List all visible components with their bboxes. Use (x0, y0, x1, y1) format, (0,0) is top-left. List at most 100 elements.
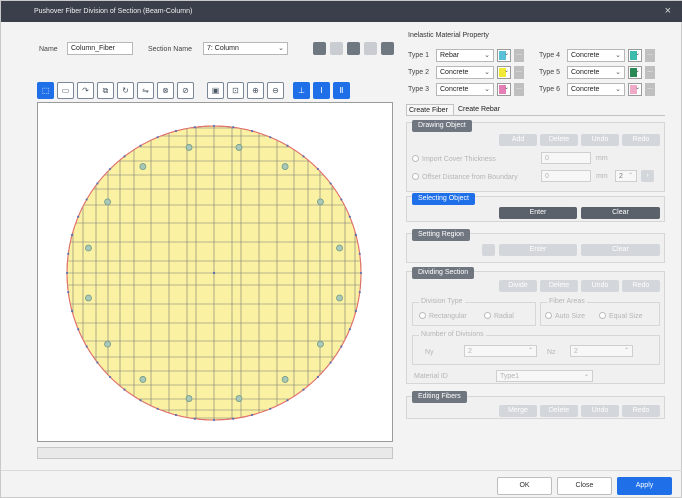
polygon-icon[interactable]: ▭ (57, 82, 74, 99)
boundary-vertex (340, 198, 343, 201)
auto-size-radio[interactable] (545, 312, 552, 319)
material-type-1-edit-button[interactable]: ... (514, 49, 524, 62)
delete-icon[interactable]: ⊗ (157, 82, 174, 99)
nz-stepper[interactable]: 2 ⌃ (570, 345, 633, 357)
name-input[interactable]: Column_Fiber (67, 42, 133, 55)
equal-size-radio[interactable] (599, 312, 606, 319)
region-enter-button[interactable]: Enter (499, 244, 577, 256)
rotate-icon[interactable]: ↻ (117, 82, 134, 99)
cover-thickness-input[interactable]: 0 (541, 152, 591, 164)
material-type-4-edit-button[interactable]: ... (645, 49, 655, 62)
rebar-point (85, 244, 92, 252)
section-property-button[interactable] (381, 42, 394, 55)
zoom-out-icon[interactable]: ⊖ (267, 82, 284, 99)
fit-icon[interactable]: ▣ (207, 82, 224, 99)
ok-button[interactable]: OK (497, 477, 552, 495)
grid-view-button[interactable] (313, 42, 326, 55)
apply-button[interactable]: Apply (617, 477, 672, 495)
close-icon[interactable]: × (665, 5, 671, 17)
add-button[interactable]: Add (499, 134, 537, 146)
material-type-6-edit-button[interactable]: ... (645, 83, 655, 96)
material-type-1-color[interactable]: ⌄ (497, 49, 511, 62)
material-type-2-edit-button[interactable]: ... (514, 66, 524, 79)
material-type-4-dropdown[interactable]: Concrete ⌄ (567, 49, 625, 62)
edit-undo-button[interactable]: Undo (581, 405, 619, 417)
ny-stepper[interactable]: 2 ⌃ (464, 345, 537, 357)
zoom-window-icon[interactable]: ⊡ (227, 82, 244, 99)
material-type-3-dropdown[interactable]: Concrete ⌄ (436, 83, 494, 96)
region-pick-button[interactable] (482, 244, 495, 256)
horizontal-scrollbar[interactable] (37, 447, 393, 459)
mirror-icon[interactable]: ⇋ (137, 82, 154, 99)
selecting-enter-button[interactable]: Enter (499, 207, 577, 219)
material-type-5-dropdown[interactable]: Concrete ⌄ (567, 66, 625, 79)
boundary-vertex (65, 271, 69, 275)
section-name-dropdown[interactable]: 7: Column ⌄ (203, 42, 288, 55)
auto-size-option[interactable]: Auto Size (545, 312, 585, 320)
section-canvas[interactable] (37, 102, 393, 442)
erase-icon[interactable]: ⊘ (177, 82, 194, 99)
copy-icon[interactable]: ⧉ (97, 82, 114, 99)
divide-button[interactable]: Divide (499, 280, 537, 292)
select-icon[interactable]: ⬚ (37, 82, 54, 99)
material-type-2-color[interactable]: ⌄ (497, 66, 511, 79)
divide-undo-button[interactable]: Undo (581, 280, 619, 292)
section-icon[interactable]: ⊥ (293, 82, 310, 99)
boundary-vertex (269, 136, 272, 139)
radial-option[interactable]: Radial (484, 312, 514, 320)
rectangular-label: Rectangular (429, 313, 467, 320)
material-type-4-color[interactable]: ⌄ (628, 49, 642, 62)
merge-button[interactable]: Merge (499, 405, 537, 417)
setting-region-title: Setting Region (412, 229, 470, 241)
offset-count-stepper[interactable]: 2 ⌃ (615, 170, 637, 182)
close-button[interactable]: Close (557, 477, 612, 495)
material-type-3-edit-button[interactable]: ... (514, 83, 524, 96)
material-id-dropdown[interactable]: Type1 ⌄ (496, 370, 593, 382)
boundary-vertex (108, 375, 112, 379)
view-option-button[interactable] (330, 42, 343, 55)
fiber-section-drawing (65, 124, 363, 422)
rectangular-option[interactable]: Rectangular (419, 312, 467, 320)
chevron-down-icon: ⌄ (634, 68, 640, 74)
offset-apply-button[interactable]: › (641, 170, 654, 182)
boundary-vertex (354, 233, 358, 237)
stepper-icon: ⌃ (527, 348, 533, 354)
boundary-vertex (174, 129, 178, 133)
delete-button[interactable]: Delete (540, 134, 578, 146)
offset-distance-radio[interactable] (412, 173, 419, 180)
radial-radio[interactable] (484, 312, 491, 319)
offset-distance-option[interactable]: Offset Distance from Boundary (412, 173, 518, 181)
import-cover-option[interactable]: Import Cover Thickness (412, 155, 496, 163)
zoom-in-icon[interactable]: ⊕ (247, 82, 264, 99)
import-cover-radio[interactable] (412, 155, 419, 162)
material-type-1-dropdown[interactable]: Rebar ⌄ (436, 49, 494, 62)
selecting-object-title[interactable]: Selecting Object (412, 193, 475, 205)
material-type-6-color[interactable]: ⌄ (628, 83, 642, 96)
redo-button[interactable]: Redo (622, 134, 660, 146)
i-section-icon[interactable]: Ⅰ (313, 82, 330, 99)
section-view-button[interactable] (347, 42, 360, 55)
material-type-5-color[interactable]: ⌄ (628, 66, 642, 79)
material-type-2-dropdown[interactable]: Concrete ⌄ (436, 66, 494, 79)
equal-size-option[interactable]: Equal Size (599, 312, 642, 320)
edit-redo-button[interactable]: Redo (622, 405, 660, 417)
boundary-vertex (212, 124, 216, 128)
rectangular-radio[interactable] (419, 312, 426, 319)
rebar-point (104, 198, 111, 206)
material-type-5-label: Type 5 (539, 69, 561, 76)
material-type-6-dropdown[interactable]: Concrete ⌄ (567, 83, 625, 96)
region-clear-button[interactable]: Clear (581, 244, 660, 256)
divide-redo-button[interactable]: Redo (622, 280, 660, 292)
channel-icon[interactable]: Ⅱ (333, 82, 350, 99)
undo-button[interactable]: Undo (581, 134, 619, 146)
view-option-button-2[interactable] (364, 42, 377, 55)
fiber-areas-legend: Fiber Areas (547, 298, 587, 305)
offset-distance-input[interactable]: 0 (541, 170, 591, 182)
divide-delete-button[interactable]: Delete (540, 280, 578, 292)
edit-delete-button[interactable]: Delete (540, 405, 578, 417)
chevron-down-icon: ⌄ (503, 51, 509, 57)
material-type-5-edit-button[interactable]: ... (645, 66, 655, 79)
material-type-3-color[interactable]: ⌄ (497, 83, 511, 96)
move-icon[interactable]: ↷ (77, 82, 94, 99)
selecting-clear-button[interactable]: Clear (581, 207, 660, 219)
